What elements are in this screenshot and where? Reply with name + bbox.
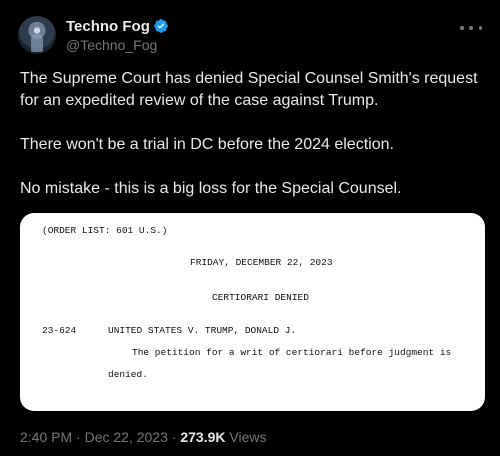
tweet-paragraph: The Supreme Court has denied Special Cou… [20,70,478,109]
doc-order-list: (ORDER LIST: 601 U.S.) [42,225,168,236]
views-count: 273.9K [180,429,226,445]
doc-case-name: UNITED STATES V. TRUMP, DONALD J. [108,325,297,336]
doc-case-number: 23-624 [42,325,77,336]
name-row: Techno Fog [66,18,169,35]
tweet-header: Techno Fog @Techno_Fog [18,16,169,54]
author-info: Techno Fog @Techno_Fog [66,18,169,53]
tweet-meta: 2:40 PM · Dec 22, 2023 · 273.9K Views [20,429,266,445]
more-dot [478,26,482,30]
views-label: Views [225,429,267,445]
meta-separator: · [167,429,181,445]
tweet-text: The Supreme Court has denied Special Cou… [20,68,485,200]
tweet-paragraph: No mistake - this is a big loss for the … [20,180,402,197]
more-dot [469,26,473,30]
doc-section: CERTIORARI DENIED [212,292,309,303]
doc-petition-line: The petition for a writ of certiorari be… [132,347,452,358]
tweet-paragraph: There won't be a trial in DC before the … [20,136,394,153]
author-handle[interactable]: @Techno_Fog [66,37,169,53]
tweet: Techno Fog @Techno_Fog The Supreme Court… [0,0,500,456]
doc-petition-line: denied. [108,369,148,380]
author-name[interactable]: Techno Fog [66,18,150,35]
more-dot [460,26,464,30]
tweet-date[interactable]: Dec 22, 2023 [85,429,168,445]
verified-badge-icon [154,19,168,33]
doc-date: FRIDAY, DECEMBER 22, 2023 [190,257,333,268]
attached-document-image[interactable]: (ORDER LIST: 601 U.S.) FRIDAY, DECEMBER … [20,213,485,411]
more-horizontal-icon[interactable] [460,22,482,34]
avatar[interactable] [18,16,56,54]
tweet-time[interactable]: 2:40 PM [20,429,72,445]
meta-separator: · [72,429,85,445]
